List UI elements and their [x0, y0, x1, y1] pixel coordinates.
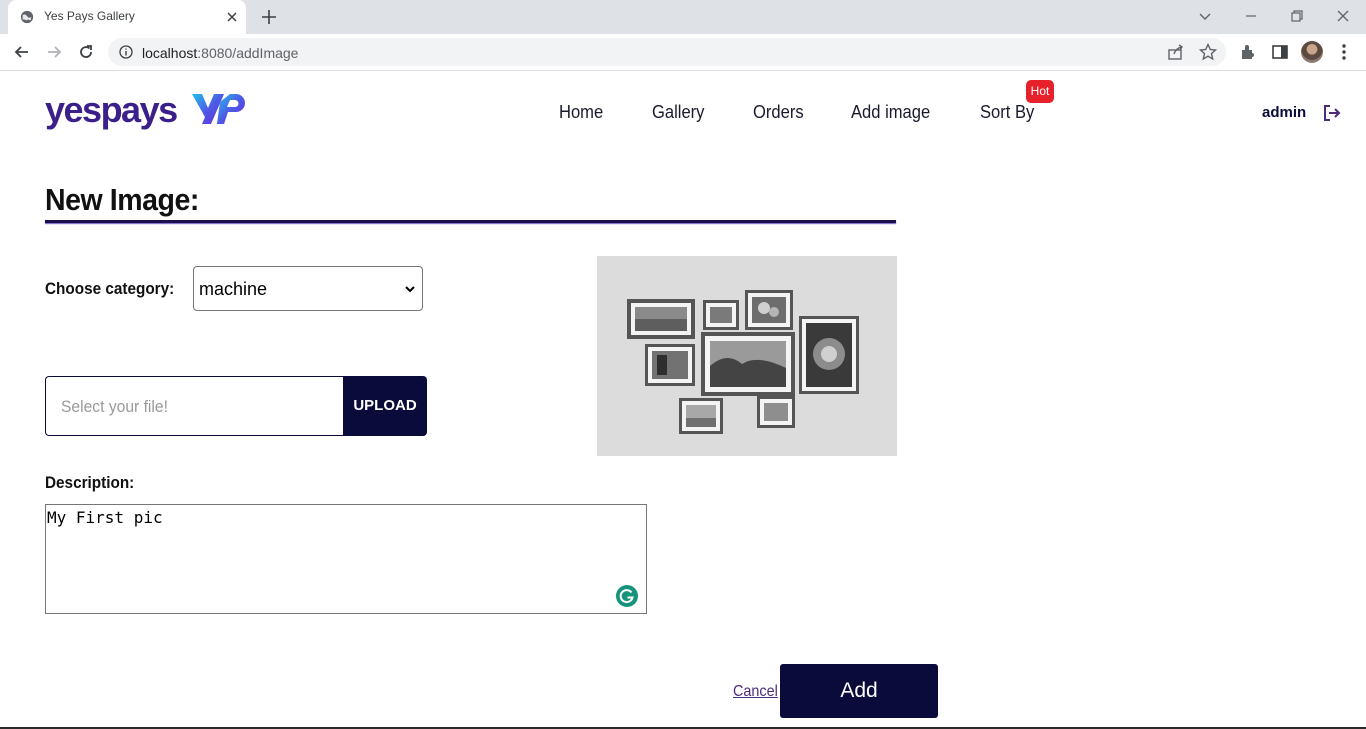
description-textarea[interactable]: My First pic	[45, 504, 647, 614]
site-logo[interactable]: yespays	[45, 88, 250, 136]
site-info-icon[interactable]	[119, 45, 133, 59]
url-text: localhost:8080/addImage	[142, 45, 298, 61]
add-button[interactable]: Add	[780, 664, 938, 718]
back-icon[interactable]	[12, 42, 32, 62]
category-label: Choose category:	[45, 279, 175, 298]
address-bar[interactable]: localhost:8080/addImage	[108, 38, 1226, 66]
restore-icon[interactable]	[1287, 6, 1307, 26]
page-title: New Image:	[45, 182, 199, 217]
window-close-icon[interactable]	[1333, 6, 1353, 26]
category-select-value: machine	[199, 279, 268, 299]
frame-fruit	[799, 316, 859, 394]
cancel-link[interactable]: Cancel	[733, 683, 778, 701]
frame-bottom-left	[679, 398, 723, 434]
nav-sort-by[interactable]: Sort By	[980, 102, 1034, 123]
nav-home[interactable]: Home	[559, 102, 603, 123]
profile-avatar[interactable]	[1301, 41, 1323, 63]
frame-bottom-right	[757, 396, 795, 428]
nav-orders[interactable]: Orders	[753, 102, 804, 123]
grammarly-icon[interactable]	[613, 582, 641, 610]
frame-landscape	[627, 299, 695, 339]
hot-badge: Hot	[1026, 80, 1054, 103]
logout-icon[interactable]	[1322, 104, 1342, 122]
forward-icon[interactable]	[44, 42, 64, 62]
reload-icon[interactable]	[76, 42, 96, 62]
nav-gallery[interactable]: Gallery	[652, 102, 704, 123]
image-preview	[597, 256, 897, 456]
close-icon[interactable]	[224, 9, 240, 25]
browser-tabstrip: Yes Pays Gallery	[0, 0, 1366, 34]
tab-search-icon[interactable]	[1195, 6, 1215, 26]
minimize-icon[interactable]	[1241, 6, 1261, 26]
tab-title: Yes Pays Gallery	[44, 9, 135, 23]
title-divider	[45, 220, 896, 223]
browser-tab[interactable]: Yes Pays Gallery	[8, 0, 246, 34]
frame-center-landscape	[701, 332, 795, 396]
browser-toolbar: localhost:8080/addImage	[0, 34, 1366, 71]
frame-small-top	[703, 300, 739, 330]
description-value: My First pic	[47, 508, 163, 527]
logo-text: yespays	[45, 89, 178, 130]
share-icon[interactable]	[1166, 42, 1186, 62]
category-select[interactable]: machine	[193, 266, 423, 311]
more-menu-icon[interactable]	[1334, 42, 1354, 62]
extensions-icon[interactable]	[1238, 42, 1258, 62]
frame-building	[645, 344, 695, 386]
description-label: Description:	[45, 473, 135, 492]
file-input-placeholder: Select your file!	[61, 397, 168, 416]
chevron-down-icon	[405, 286, 415, 293]
username: admin	[1262, 104, 1307, 121]
url-host: localhost	[142, 45, 198, 61]
globe-icon	[20, 10, 34, 24]
side-panel-icon[interactable]	[1270, 42, 1290, 62]
frame-flowers	[745, 290, 793, 330]
new-tab-icon[interactable]	[260, 8, 278, 26]
upload-button[interactable]: UPLOAD	[343, 376, 427, 436]
url-path: :8080/addImage	[197, 45, 299, 61]
nav-add-image[interactable]: Add image	[851, 102, 930, 123]
logo-mark-icon	[192, 94, 245, 124]
bookmark-star-icon[interactable]	[1198, 42, 1218, 62]
file-input[interactable]: Select your file!	[45, 376, 344, 436]
